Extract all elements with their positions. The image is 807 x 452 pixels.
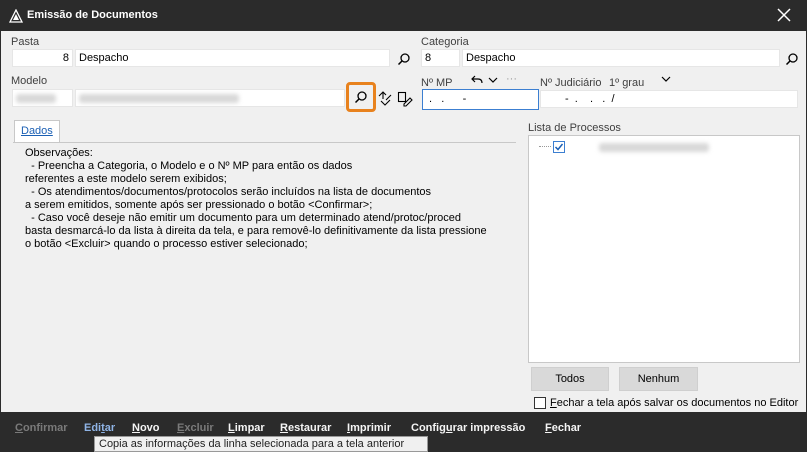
nenhum-button[interactable]: Nenhum [619,367,698,391]
imprimir-button[interactable]: Imprimir [347,422,391,434]
close-icon[interactable] [775,6,793,24]
dialog-body: Pasta 8 Despacho Categoria 8 Despacho Mo… [1,31,806,412]
confirmar-button[interactable]: Confirmar [15,422,68,434]
configurar-impressao-button[interactable]: Configurar impressão [411,422,525,434]
judiciario-field[interactable]: - . . . / [540,90,798,108]
modelo-label: Modelo [11,75,48,87]
ellipsis-icon[interactable]: ··· [506,73,517,85]
fechar-checkbox[interactable] [534,397,546,409]
lista-label: Lista de Processos [528,122,621,134]
restaurar-button[interactable]: Restaurar [280,422,331,434]
edit-model-icon [397,91,413,107]
grau-dropdown-button[interactable] [657,70,675,88]
judiciario-label: Nº Judiciário [540,77,602,89]
processos-list[interactable] [528,135,800,363]
redacted-text [16,94,56,103]
pasta-name-field[interactable]: Despacho [75,49,390,67]
pasta-search-button[interactable] [395,50,413,68]
tree-line [539,146,551,147]
search-icon [785,53,798,66]
categoria-search-button[interactable] [783,50,801,68]
editar-button[interactable]: Editar [84,422,115,434]
check-icon[interactable] [553,141,565,153]
mp-label: Nº MP [421,77,453,89]
mp-dropdown-button[interactable] [484,71,502,89]
modelo-code-field[interactable] [12,89,73,107]
search-icon [397,53,410,66]
tab-dados[interactable]: Dados [14,120,60,142]
modelo-name-field[interactable] [75,89,345,107]
categoria-code-field[interactable]: 8 [421,49,460,67]
title-bar: Emissão de Documentos [0,0,807,31]
limpar-button[interactable]: Limpar [228,422,265,434]
search-icon [354,91,367,104]
modelo-edit-button[interactable] [396,90,414,108]
observacoes-text: Observações: - Preencha a Categoria, o M… [25,147,487,250]
redacted-text [79,94,239,103]
categoria-name-field[interactable]: Despacho [462,49,780,67]
modelo-link-button[interactable] [376,90,394,108]
excluir-button[interactable]: Excluir [177,422,214,434]
modelo-search-button[interactable] [346,82,376,112]
link-model-icon [378,91,392,106]
mp-field[interactable]: . . - [422,89,539,110]
fechar-button[interactable]: Fechar [545,422,581,434]
undo-icon [471,75,483,84]
chevron-down-icon [488,77,498,83]
window-title: Emissão de Documentos [27,9,158,21]
novo-button[interactable]: Novo [132,422,160,434]
app-triangle-icon [9,9,23,23]
todos-button[interactable]: Todos [531,367,609,391]
grau-label: 1º grau [609,77,645,89]
redacted-text [599,143,709,152]
fechar-checkbox-label: Fechar a tela após salvar os documentos … [550,397,799,409]
dados-panel: Observações: - Preencha a Categoria, o M… [13,142,516,399]
pasta-label: Pasta [11,36,40,48]
tooltip: Copia as informações da linha selecionad… [94,436,428,452]
list-item[interactable] [539,140,789,154]
chevron-down-icon [661,76,671,82]
categoria-label: Categoria [421,36,469,48]
pasta-code-field[interactable]: 8 [12,49,73,67]
